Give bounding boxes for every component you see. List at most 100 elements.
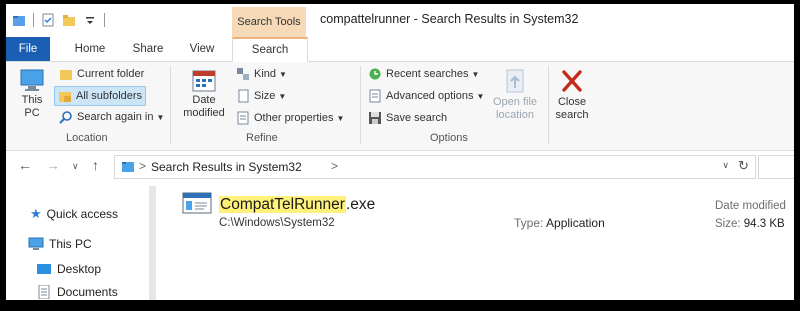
qat-divider: [104, 13, 105, 27]
size-icon: [238, 89, 249, 103]
search-again-in-button[interactable]: Search again in ▼: [56, 108, 167, 126]
explorer-app-icon: [13, 16, 25, 26]
recent-searches-icon: [369, 68, 381, 80]
navigation-bar: ← → ∨ ↑ > Search Results in System32 > ∨…: [6, 151, 794, 181]
desktop-icon: [37, 264, 51, 274]
advanced-options-icon: [369, 89, 381, 103]
recent-locations-chevron-icon[interactable]: ∨: [72, 161, 79, 172]
customize-qat-icon[interactable]: [83, 13, 97, 27]
group-divider: [360, 66, 361, 144]
subfolders-icon: [59, 92, 71, 102]
options-group-label: Options: [430, 132, 468, 144]
nav-this-pc[interactable]: This PC: [28, 237, 92, 251]
other-properties-button[interactable]: Other properties ▼: [236, 109, 344, 127]
result-type-key: Type:: [514, 216, 544, 230]
current-folder-button[interactable]: Current folder: [56, 65, 147, 83]
refresh-icon[interactable]: ↻: [738, 158, 749, 174]
nav-this-pc-label: This PC: [49, 237, 92, 251]
chevron-down-icon: ▼: [279, 69, 287, 79]
tab-view[interactable]: View: [176, 37, 228, 61]
date-modified-button[interactable]: Date modified: [176, 68, 232, 120]
search-match-highlight: CompatTelRunner: [219, 196, 346, 213]
open-file-location-button[interactable]: Open file location: [488, 68, 542, 122]
size-label: Size: [254, 90, 276, 102]
all-subfolders-label: All subfolders: [76, 90, 143, 102]
address-path[interactable]: Search Results in System32: [151, 160, 302, 174]
result-date-modified: Date modified: [715, 200, 786, 212]
up-arrow-icon[interactable]: ↑: [92, 157, 99, 173]
chevron-down-icon: ▼: [156, 112, 165, 122]
star-icon: ★: [30, 206, 42, 221]
nav-documents-label: Documents: [57, 285, 118, 299]
result-type: Type: Application: [514, 216, 605, 230]
search-input[interactable]: [758, 155, 794, 179]
this-pc-icon: [20, 69, 44, 91]
folder-icon: [60, 70, 72, 80]
ribbon-search: This PC Current folder All subfolders Se…: [6, 62, 794, 151]
this-pc-button[interactable]: This PC: [14, 68, 50, 120]
kind-button[interactable]: Kind ▼: [236, 65, 287, 83]
search-results-folder-icon: [122, 162, 134, 172]
address-bar[interactable]: > Search Results in System32 > ∨ ↻: [114, 155, 756, 179]
nav-documents[interactable]: Documents: [36, 285, 118, 299]
search-tools-context-label: Search Tools: [232, 7, 306, 37]
close-x-icon: [562, 70, 582, 92]
computer-icon: [28, 237, 44, 250]
result-file-extension: .exe: [345, 196, 376, 213]
advanced-options-button[interactable]: Advanced options ▼: [368, 87, 484, 105]
navigation-scrollbar[interactable]: [149, 186, 156, 300]
search-again-in-label: Search again in: [77, 111, 154, 123]
executable-icon: [182, 192, 212, 214]
qat-divider: [33, 13, 34, 27]
open-file-location-label-line2: location: [496, 109, 534, 121]
title-bar: Search Tools compattelrunner - Search Re…: [6, 4, 794, 37]
close-search-label-line1: Close: [557, 96, 587, 108]
explorer-window: Search Tools compattelrunner - Search Re…: [6, 4, 794, 300]
tab-file[interactable]: File: [6, 37, 50, 61]
properties-icon[interactable]: [41, 13, 55, 27]
tab-search[interactable]: Search: [232, 37, 308, 62]
recent-searches-button[interactable]: Recent searches ▼: [368, 65, 479, 83]
this-pc-label-line2: PC: [24, 107, 40, 119]
other-properties-icon: [237, 111, 249, 125]
search-again-icon: [59, 111, 72, 124]
tab-home[interactable]: Home: [64, 37, 116, 61]
open-file-location-label-line1: Open file: [492, 96, 538, 108]
open-file-location-icon: [506, 69, 524, 93]
chevron-down-icon: ▼: [476, 91, 485, 101]
kind-icon: [237, 68, 249, 80]
forward-arrow-icon[interactable]: →: [46, 157, 60, 173]
result-type-value: Application: [546, 216, 605, 230]
save-search-button[interactable]: Save search: [368, 109, 447, 127]
date-modified-label-line1: Date: [192, 94, 216, 106]
back-arrow-icon[interactable]: ←: [18, 157, 32, 173]
save-icon: [369, 112, 381, 124]
result-size-key: Size:: [715, 218, 741, 230]
documents-icon: [38, 285, 50, 299]
result-size-value: 94.3 KB: [743, 218, 785, 230]
close-search-label-line2: search: [555, 109, 589, 121]
nav-desktop-label: Desktop: [57, 262, 102, 276]
breadcrumb-separator: >: [139, 159, 147, 173]
tab-share[interactable]: Share: [122, 37, 174, 61]
ribbon-tabs: File Home Share View Search: [6, 37, 794, 62]
refine-group-label: Refine: [246, 132, 278, 144]
address-dropdown-icon[interactable]: ∨: [722, 160, 729, 171]
current-folder-label: Current folder: [77, 68, 145, 80]
window-title: compattelrunner - Search Results in Syst…: [320, 12, 579, 26]
nav-quick-access-label: Quick access: [46, 207, 119, 221]
size-button[interactable]: Size ▼: [236, 87, 286, 105]
result-file-name[interactable]: CompatTelRunner.exe: [219, 196, 375, 214]
result-size: Size: 94.3 KB: [715, 218, 785, 230]
group-divider: [548, 66, 549, 144]
this-pc-label-line1: This: [21, 94, 43, 106]
all-subfolders-button[interactable]: All subfolders: [54, 86, 147, 106]
chevron-down-icon: ▼: [278, 91, 287, 101]
date-modified-label-line2: modified: [183, 107, 225, 119]
recent-searches-label: Recent searches: [386, 68, 469, 80]
navigation-pane: ★ Quick access This PC Desktop Documents: [6, 182, 156, 300]
close-search-button[interactable]: Close search: [552, 68, 592, 122]
nav-desktop[interactable]: Desktop: [36, 262, 101, 276]
nav-quick-access[interactable]: ★ Quick access: [30, 206, 118, 222]
new-folder-icon[interactable]: [62, 13, 76, 27]
